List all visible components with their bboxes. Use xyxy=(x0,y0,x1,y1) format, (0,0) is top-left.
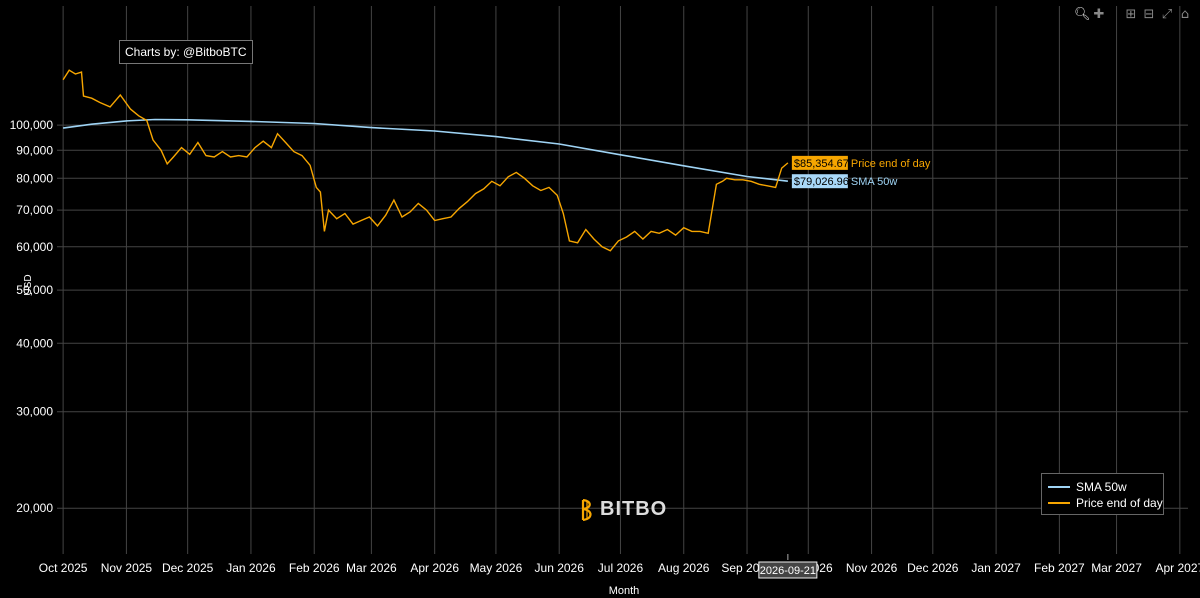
price-hover-name: Price end of day xyxy=(851,158,931,170)
y-tick-label: 20,000 xyxy=(16,501,53,515)
x-tick-label: Feb 2027 xyxy=(1034,561,1085,575)
legend-item-price[interactable]: Price end of day xyxy=(1048,496,1163,510)
x-tick-label: May 2026 xyxy=(470,561,523,575)
y-tick-label: 30,000 xyxy=(16,405,53,419)
x-tick-label: Feb 2026 xyxy=(289,561,340,575)
bitbo-logo-text: BITBO xyxy=(600,498,668,520)
x-tick-label: Dec 2025 xyxy=(162,561,214,575)
x-tick-label: Mar 2026 xyxy=(346,561,397,575)
legend-swatch-sma xyxy=(1048,486,1070,488)
date-hover-value: 2026-09-21 xyxy=(760,565,816,577)
y-axis-ticks: 20,000 30,000 40,000 50,000 60,000 70,000 80,0… xyxy=(10,118,54,515)
x-tick-label: Oct 2025 xyxy=(39,561,88,575)
y-tick-label: 40,000 xyxy=(16,336,53,350)
y-tick-label: 50,000 xyxy=(16,283,53,297)
legend-label-sma: SMA 50w xyxy=(1076,480,1127,494)
zoom-out-icon[interactable]: ⊟ xyxy=(1142,8,1156,22)
x-tick-label: Apr 2027 xyxy=(1155,561,1200,575)
zoom-icon[interactable]: 🔍︎ xyxy=(1074,8,1091,22)
hover-tooltip: $85,354.67 Price end of day $79,026.96 S… xyxy=(758,155,931,579)
x-tick-label: Aug 2026 xyxy=(658,561,710,575)
bitbo-logo: BITBO xyxy=(578,498,667,521)
bitbo-logo-icon xyxy=(581,498,592,521)
chart-legend: SMA 50w Price end of day xyxy=(1041,473,1164,515)
chart-credit: Charts by: @BitboBTC xyxy=(119,40,253,64)
y-tick-label: 100,000 xyxy=(10,118,54,132)
y-tick-label: 80,000 xyxy=(16,171,53,185)
series-lines xyxy=(62,69,789,252)
legend-label-price: Price end of day xyxy=(1076,496,1163,510)
x-tick-label: Nov 2025 xyxy=(101,561,153,575)
y-tick-label: 60,000 xyxy=(16,240,53,254)
grid-lines xyxy=(57,6,1188,554)
y-axis-label: USD xyxy=(23,274,34,295)
price-end-of-day-line xyxy=(62,69,789,252)
sma-hover-value: $79,026.96 xyxy=(794,176,849,188)
x-tick-label: Jan 2026 xyxy=(226,561,276,575)
y-tick-label: 70,000 xyxy=(16,203,53,217)
x-tick-label: Dec 2026 xyxy=(907,561,959,575)
x-tick-label: Jan 2027 xyxy=(971,561,1021,575)
y-tick-label: 90,000 xyxy=(16,143,53,157)
autoscale-icon[interactable]: ⤢ xyxy=(1160,8,1174,22)
x-axis-label: Month xyxy=(609,585,640,597)
x-axis-ticks: Oct 2025 Nov 2025 Dec 2025 Jan 2026 Feb 2026… xyxy=(39,561,1200,575)
x-tick-label: Nov 2026 xyxy=(846,561,898,575)
legend-item-sma[interactable]: SMA 50w xyxy=(1048,480,1127,494)
legend-swatch-price xyxy=(1048,502,1070,504)
chart-modebar: 🔍︎ ✚ ⊞ ⊟ ⤢ ⌂ xyxy=(1074,8,1192,22)
price-hover-value: $85,354.67 xyxy=(794,158,849,170)
pan-icon[interactable]: ✚ xyxy=(1092,8,1106,22)
zoom-in-icon[interactable]: ⊞ xyxy=(1124,8,1138,22)
x-tick-label: Apr 2026 xyxy=(410,561,459,575)
x-tick-label: Jun 2026 xyxy=(535,561,585,575)
x-tick-label: Mar 2027 xyxy=(1091,561,1142,575)
sma-hover-name: SMA 50w xyxy=(851,176,898,188)
x-tick-label: Jul 2026 xyxy=(598,561,644,575)
reset-axes-icon[interactable]: ⌂ xyxy=(1178,8,1192,22)
